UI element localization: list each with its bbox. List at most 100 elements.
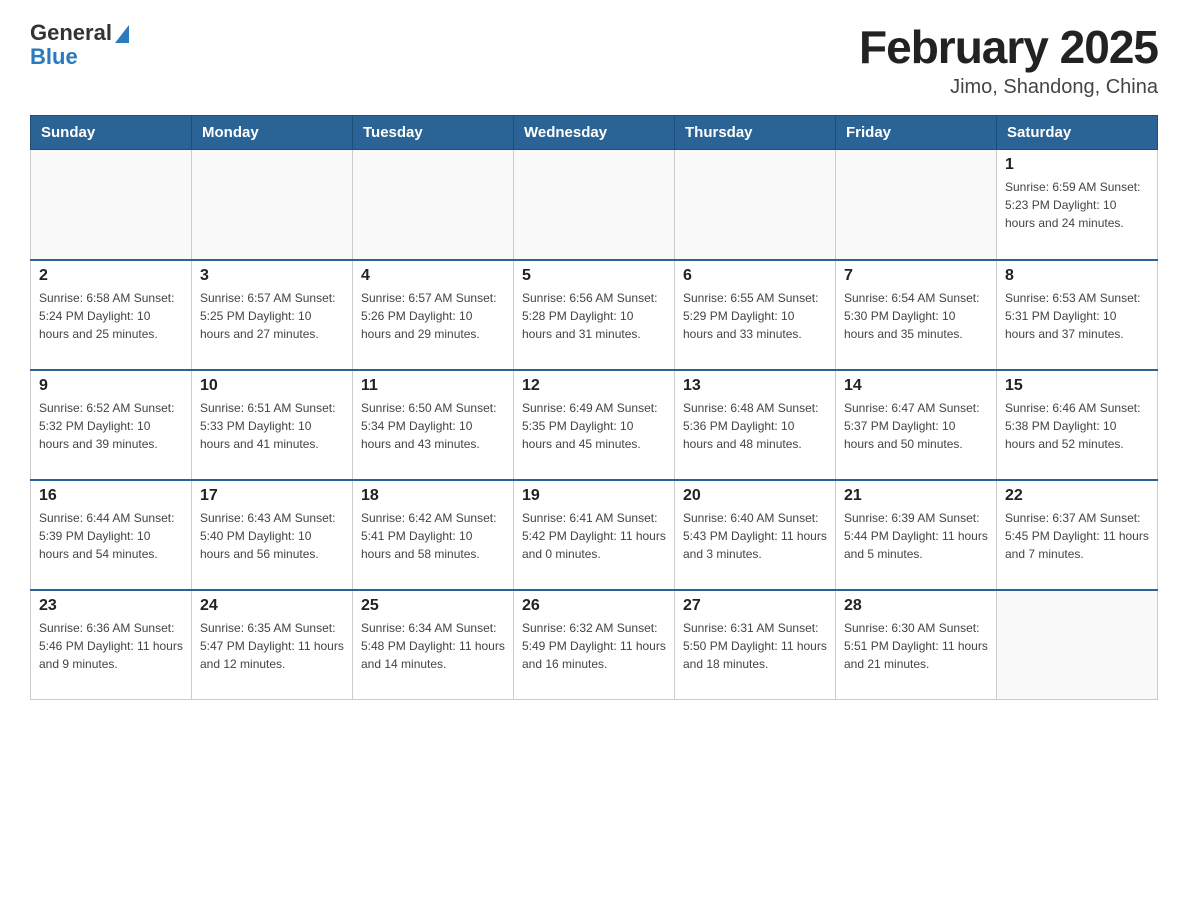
calendar-day-cell: 10Sunrise: 6:51 AM Sunset: 5:33 PM Dayli… (192, 370, 353, 480)
calendar-day-cell (514, 150, 675, 260)
calendar-day-cell (675, 150, 836, 260)
weekday-header-thursday: Thursday (675, 116, 836, 150)
calendar-day-cell (836, 150, 997, 260)
calendar-day-cell: 1 Sunrise: 6:59 AM Sunset: 5:23 PM Daylig… (997, 150, 1158, 260)
day-info: Sunrise: 6:44 AM Sunset: 5:39 PM Dayligh… (39, 509, 183, 563)
day-info: Sunrise: 6:47 AM Sunset: 5:37 PM Dayligh… (844, 399, 988, 453)
calendar-day-cell: 6 Sunrise: 6:55 AM Sunset: 5:29 PM Daylig… (675, 260, 836, 370)
day-info: Sunrise: 6:59 AM Sunset: 5:23 PM Dayligh… (1005, 178, 1149, 232)
logo-general-text: General (30, 20, 112, 46)
calendar-day-cell: 20Sunrise: 6:40 AM Sunset: 5:43 PM Dayli… (675, 480, 836, 590)
calendar-day-cell: 23Sunrise: 6:36 AM Sunset: 5:46 PM Dayli… (31, 590, 192, 700)
day-number: 3 (200, 267, 344, 285)
day-number: 19 (522, 487, 666, 505)
calendar-day-cell: 26 Sunrise: 6:32 AM Sunset: 5:49 PM Dayli… (514, 590, 675, 700)
calendar-table: SundayMondayTuesdayWednesdayThursdayFrid… (30, 115, 1158, 700)
calendar-day-cell (353, 150, 514, 260)
day-number: 17 (200, 487, 344, 505)
logo-triangle-icon (115, 25, 129, 43)
calendar-day-cell: 17 Sunrise: 6:43 AM Sunset: 5:40 PM Dayli… (192, 480, 353, 590)
day-info: Sunrise: 6:54 AM Sunset: 5:30 PM Dayligh… (844, 289, 988, 343)
calendar-day-cell: 13Sunrise: 6:48 AM Sunset: 5:36 PM Dayli… (675, 370, 836, 480)
day-info: Sunrise: 6:48 AM Sunset: 5:36 PM Dayligh… (683, 399, 827, 453)
day-number: 2 (39, 267, 183, 285)
day-info: Sunrise: 6:49 AM Sunset: 5:35 PM Dayligh… (522, 399, 666, 453)
day-number: 16 (39, 487, 183, 505)
calendar-day-cell: 12Sunrise: 6:49 AM Sunset: 5:35 PM Dayli… (514, 370, 675, 480)
calendar-week-row: 9 Sunrise: 6:52 AM Sunset: 5:32 PM Daylig… (31, 370, 1158, 480)
calendar-day-cell: 7 Sunrise: 6:54 AM Sunset: 5:30 PM Daylig… (836, 260, 997, 370)
day-number: 22 (1005, 487, 1149, 505)
day-number: 26 (522, 597, 666, 615)
calendar-day-cell: 2 Sunrise: 6:58 AM Sunset: 5:24 PM Daylig… (31, 260, 192, 370)
weekday-header-row: SundayMondayTuesdayWednesdayThursdayFrid… (31, 116, 1158, 150)
calendar-day-cell: 3Sunrise: 6:57 AM Sunset: 5:25 PM Daylig… (192, 260, 353, 370)
weekday-header-sunday: Sunday (31, 116, 192, 150)
day-number: 24 (200, 597, 344, 615)
calendar-day-cell: 24 Sunrise: 6:35 AM Sunset: 5:47 PM Dayli… (192, 590, 353, 700)
location: Jimo, Shandong, China (859, 76, 1158, 99)
weekday-header-tuesday: Tuesday (353, 116, 514, 150)
day-number: 10 (200, 377, 344, 395)
day-info: Sunrise: 6:31 AM Sunset: 5:50 PM Dayligh… (683, 619, 827, 673)
day-info: Sunrise: 6:50 AM Sunset: 5:34 PM Dayligh… (361, 399, 505, 453)
calendar-day-cell: 16 Sunrise: 6:44 AM Sunset: 5:39 PM Dayli… (31, 480, 192, 590)
weekday-header-monday: Monday (192, 116, 353, 150)
day-info: Sunrise: 6:58 AM Sunset: 5:24 PM Dayligh… (39, 289, 183, 343)
day-number: 5 (522, 267, 666, 285)
day-number: 18 (361, 487, 505, 505)
day-info: Sunrise: 6:52 AM Sunset: 5:32 PM Dayligh… (39, 399, 183, 453)
calendar-day-cell: 21Sunrise: 6:39 AM Sunset: 5:44 PM Dayli… (836, 480, 997, 590)
weekday-header-wednesday: Wednesday (514, 116, 675, 150)
calendar-day-cell: 25 Sunrise: 6:34 AM Sunset: 5:48 PM Dayli… (353, 590, 514, 700)
day-info: Sunrise: 6:41 AM Sunset: 5:42 PM Dayligh… (522, 509, 666, 563)
day-info: Sunrise: 6:56 AM Sunset: 5:28 PM Dayligh… (522, 289, 666, 343)
day-number: 15 (1005, 377, 1149, 395)
month-title: February 2025 (859, 20, 1158, 74)
logo: General Blue (30, 20, 129, 70)
title-block: February 2025 Jimo, Shandong, China (859, 20, 1158, 99)
calendar-day-cell (997, 590, 1158, 700)
day-number: 9 (39, 377, 183, 395)
day-number: 21 (844, 487, 988, 505)
day-info: Sunrise: 6:30 AM Sunset: 5:51 PM Dayligh… (844, 619, 988, 673)
weekday-header-saturday: Saturday (997, 116, 1158, 150)
calendar-day-cell: 18 Sunrise: 6:42 AM Sunset: 5:41 PM Dayli… (353, 480, 514, 590)
calendar-week-row: 2 Sunrise: 6:58 AM Sunset: 5:24 PM Daylig… (31, 260, 1158, 370)
calendar-day-cell: 22 Sunrise: 6:37 AM Sunset: 5:45 PM Dayli… (997, 480, 1158, 590)
calendar-day-cell: 19 Sunrise: 6:41 AM Sunset: 5:42 PM Dayli… (514, 480, 675, 590)
day-info: Sunrise: 6:57 AM Sunset: 5:26 PM Dayligh… (361, 289, 505, 343)
weekday-header-friday: Friday (836, 116, 997, 150)
day-number: 14 (844, 377, 988, 395)
calendar-week-row: 23Sunrise: 6:36 AM Sunset: 5:46 PM Dayli… (31, 590, 1158, 700)
day-info: Sunrise: 6:32 AM Sunset: 5:49 PM Dayligh… (522, 619, 666, 673)
day-number: 6 (683, 267, 827, 285)
day-info: Sunrise: 6:42 AM Sunset: 5:41 PM Dayligh… (361, 509, 505, 563)
calendar-day-cell: 11 Sunrise: 6:50 AM Sunset: 5:34 PM Dayli… (353, 370, 514, 480)
calendar-day-cell (192, 150, 353, 260)
day-number: 1 (1005, 156, 1149, 174)
day-info: Sunrise: 6:53 AM Sunset: 5:31 PM Dayligh… (1005, 289, 1149, 343)
calendar-week-row: 1 Sunrise: 6:59 AM Sunset: 5:23 PM Daylig… (31, 150, 1158, 260)
calendar-day-cell: 9 Sunrise: 6:52 AM Sunset: 5:32 PM Daylig… (31, 370, 192, 480)
day-info: Sunrise: 6:36 AM Sunset: 5:46 PM Dayligh… (39, 619, 183, 673)
day-info: Sunrise: 6:34 AM Sunset: 5:48 PM Dayligh… (361, 619, 505, 673)
calendar-week-row: 16 Sunrise: 6:44 AM Sunset: 5:39 PM Dayli… (31, 480, 1158, 590)
calendar-day-cell: 15 Sunrise: 6:46 AM Sunset: 5:38 PM Dayli… (997, 370, 1158, 480)
page-header: General Blue February 2025 Jimo, Shandon… (30, 20, 1158, 99)
day-number: 8 (1005, 267, 1149, 285)
calendar-day-cell: 14 Sunrise: 6:47 AM Sunset: 5:37 PM Dayli… (836, 370, 997, 480)
day-info: Sunrise: 6:55 AM Sunset: 5:29 PM Dayligh… (683, 289, 827, 343)
calendar-day-cell (31, 150, 192, 260)
calendar-day-cell: 27Sunrise: 6:31 AM Sunset: 5:50 PM Dayli… (675, 590, 836, 700)
calendar-day-cell: 28Sunrise: 6:30 AM Sunset: 5:51 PM Dayli… (836, 590, 997, 700)
day-number: 7 (844, 267, 988, 285)
day-info: Sunrise: 6:46 AM Sunset: 5:38 PM Dayligh… (1005, 399, 1149, 453)
day-info: Sunrise: 6:43 AM Sunset: 5:40 PM Dayligh… (200, 509, 344, 563)
calendar-day-cell: 8 Sunrise: 6:53 AM Sunset: 5:31 PM Daylig… (997, 260, 1158, 370)
day-number: 4 (361, 267, 505, 285)
day-number: 25 (361, 597, 505, 615)
day-number: 11 (361, 377, 505, 395)
day-info: Sunrise: 6:37 AM Sunset: 5:45 PM Dayligh… (1005, 509, 1149, 563)
day-info: Sunrise: 6:35 AM Sunset: 5:47 PM Dayligh… (200, 619, 344, 673)
